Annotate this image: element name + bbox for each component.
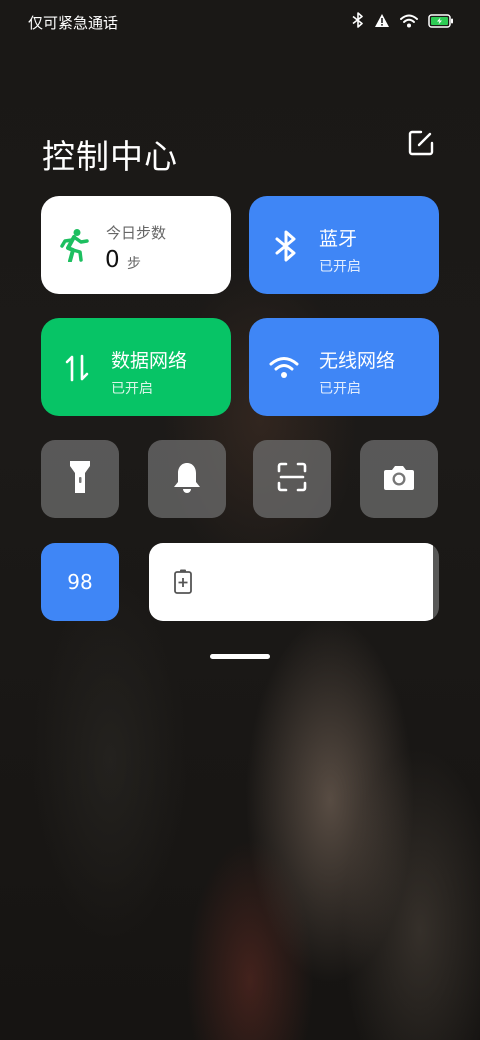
bell-icon — [173, 461, 201, 497]
scan-toggle[interactable] — [253, 440, 331, 518]
page-title: 控制中心 — [42, 137, 178, 176]
flashlight-icon — [68, 459, 92, 499]
bluetooth-tile[interactable]: 蓝牙 已开启 — [249, 196, 439, 294]
home-indicator[interactable] — [210, 654, 270, 659]
steps-unit: 步 — [127, 256, 141, 272]
steps-value: 0 — [105, 247, 120, 273]
wifi-icon — [269, 356, 299, 384]
wifi-tile[interactable]: 无线网络 已开启 — [249, 318, 439, 416]
carrier-status-text: 仅可紧急通话 — [28, 14, 119, 32]
bluetooth-label: 蓝牙 — [319, 228, 358, 250]
bluetooth-icon — [352, 12, 364, 32]
wifi-status: 已开启 — [319, 381, 361, 397]
steps-label: 今日步数 — [106, 224, 167, 242]
bluetooth-status: 已开启 — [319, 259, 361, 275]
alert-icon — [374, 13, 390, 32]
brightness-value: 98 — [67, 570, 93, 594]
wifi-label: 无线网络 — [319, 350, 396, 372]
scan-icon — [277, 462, 307, 496]
wifi-icon — [400, 13, 418, 32]
brightness-tile[interactable]: 98 — [41, 543, 119, 621]
mobile-data-label: 数据网络 — [111, 350, 188, 372]
data-transfer-icon — [65, 354, 89, 386]
flashlight-toggle[interactable] — [41, 440, 119, 518]
camera-toggle[interactable] — [360, 440, 438, 518]
battery-saver-slider[interactable] — [149, 543, 439, 621]
camera-icon — [383, 463, 415, 495]
status-icons — [352, 12, 454, 32]
battery-plus-icon — [173, 569, 193, 599]
status-bar: 仅可紧急通话 — [0, 0, 480, 42]
running-person-icon — [59, 228, 89, 266]
bluetooth-icon — [274, 229, 298, 267]
steps-tile[interactable]: 今日步数 0 步 — [41, 196, 231, 294]
mobile-data-tile[interactable]: 数据网络 已开启 — [41, 318, 231, 416]
battery-charging-icon — [428, 13, 454, 32]
mobile-data-status: 已开启 — [111, 381, 153, 397]
edit-icon — [407, 129, 435, 161]
edit-button[interactable] — [404, 128, 438, 162]
ring-mode-toggle[interactable] — [148, 440, 226, 518]
